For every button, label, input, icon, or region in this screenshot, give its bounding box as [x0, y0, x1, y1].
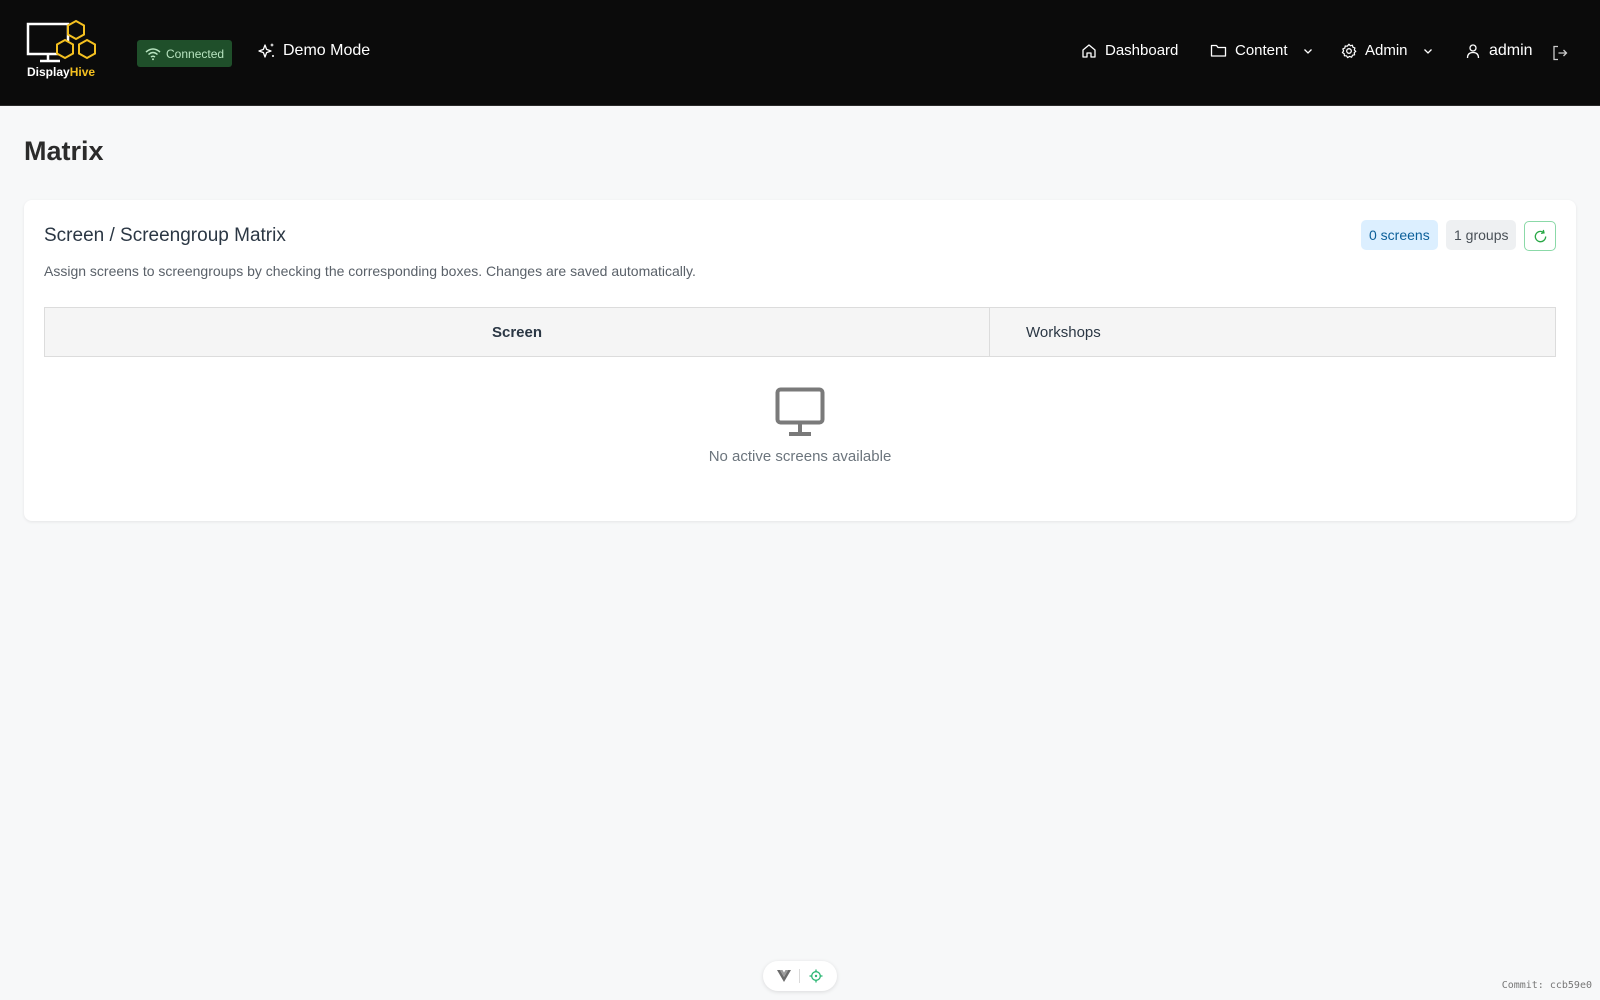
commit-hash-label: Commit: ccb59e0	[1501, 980, 1592, 991]
wifi-icon	[145, 47, 161, 60]
column-header-screen: Screen	[45, 308, 990, 356]
home-icon	[1082, 43, 1096, 58]
chevron-down-icon	[1303, 48, 1312, 54]
folder-icon	[1210, 44, 1227, 57]
connection-status-badge: Connected	[137, 40, 233, 67]
monitor-icon	[775, 387, 825, 442]
gear-icon	[1341, 43, 1357, 58]
card-title: Screen / Screengroup Matrix	[44, 225, 286, 246]
nav-admin-label: Admin	[1365, 42, 1408, 59]
refresh-icon	[1534, 229, 1546, 242]
user-icon	[1466, 44, 1480, 59]
chevron-down-icon	[1423, 48, 1432, 54]
empty-state-message: No active screens available	[708, 448, 892, 465]
nav-content-dropdown[interactable]: Content	[1210, 42, 1314, 59]
top-navbar: DisplayHive Connected Demo Mode Dashboar…	[0, 0, 1600, 106]
page-title: Matrix	[24, 136, 104, 166]
matrix-table-header: Screen Workshops	[44, 307, 1556, 357]
user-menu[interactable]: admin	[1465, 42, 1533, 60]
refresh-button[interactable]	[1524, 221, 1556, 251]
vue-logo-icon[interactable]	[777, 970, 792, 982]
nav-dashboard-label: Dashboard	[1105, 42, 1179, 59]
nav-dashboard[interactable]: Dashboard	[1081, 42, 1178, 59]
nav-content-label: Content	[1235, 42, 1288, 59]
divider	[799, 969, 801, 983]
brand-logo[interactable]: DisplayHive	[24, 18, 104, 82]
matrix-card: Screen / Screengroup Matrix Assign scree…	[24, 200, 1576, 521]
logout-button[interactable]	[1551, 44, 1569, 67]
logout-icon	[1553, 45, 1568, 61]
demo-mode-label: Demo Mode	[283, 42, 371, 59]
column-header-group[interactable]: Workshops	[990, 308, 1555, 356]
sparkles-icon	[258, 43, 274, 58]
connection-status-label: Connected	[166, 46, 225, 61]
demo-mode-indicator[interactable]: Demo Mode	[258, 42, 370, 60]
devtools-pill[interactable]	[763, 961, 837, 991]
screens-count-badge: 0 screens	[1361, 220, 1438, 250]
monitor-hive-logo-icon	[26, 19, 96, 63]
crosshair-icon[interactable]	[809, 969, 823, 983]
card-description: Assign screens to screengroups by checki…	[44, 263, 696, 279]
user-name-label: admin	[1489, 42, 1533, 59]
groups-count-badge: 1 groups	[1446, 220, 1517, 250]
nav-admin-dropdown[interactable]: Admin	[1341, 42, 1434, 59]
brand-name: DisplayHive	[27, 65, 96, 79]
